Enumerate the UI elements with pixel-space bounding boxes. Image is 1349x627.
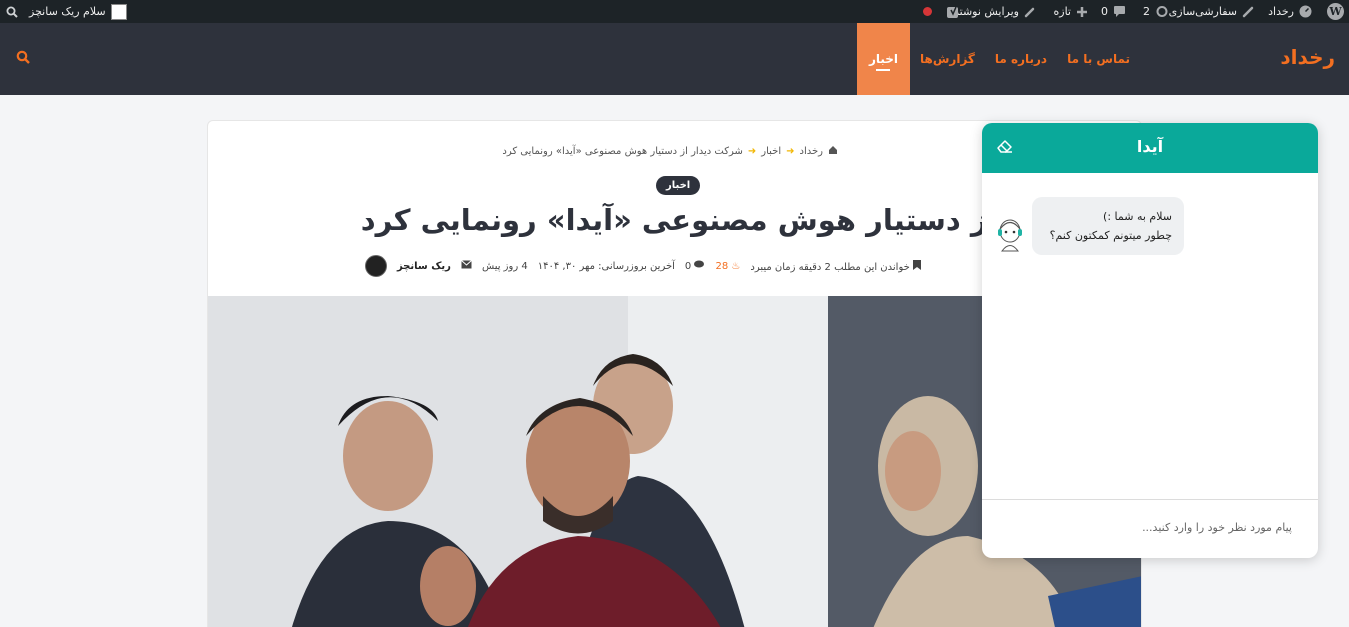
my-account-menu[interactable]: سلام ریک سانچز [29, 0, 127, 23]
search-icon [16, 50, 30, 64]
site-name-label: رخداد [1268, 5, 1294, 18]
refresh-icon [1155, 5, 1169, 18]
bot-message: سلام به شما :) چطور میتونم کمکتون کنم؟ [1032, 197, 1184, 255]
plus-icon [1076, 6, 1088, 18]
chat-message-input[interactable] [996, 514, 1292, 540]
views-meta: ♨ 28 [715, 261, 740, 272]
home-icon [828, 145, 838, 157]
views-count: 28 [715, 260, 729, 272]
dashboard-icon [1299, 5, 1312, 18]
bot-message-line-1: سلام به شما :) [1103, 210, 1172, 223]
comments-icon [694, 260, 705, 268]
status-dot-icon [923, 7, 932, 16]
category-badge[interactable]: اخبار [656, 176, 701, 195]
admin-bar: W رخداد سفارشی‌سازی 2 0 تازه ویرایش نو [0, 0, 1349, 23]
comments-count: 0 [1101, 5, 1108, 18]
eraser-icon [997, 140, 1012, 153]
chat-title: آیدا [1136, 137, 1164, 156]
yoast-icon [946, 5, 960, 19]
user-avatar-icon [110, 3, 127, 20]
bot-message-line-2: چطور میتونم کمکتون کنم؟ [1049, 229, 1172, 242]
customize-link[interactable]: سفارشی‌سازی [1169, 0, 1255, 23]
nav-item-about[interactable]: درباره ما [985, 23, 1057, 95]
read-time: خواندن این مطلب 2 دقیقه زمان میبرد [750, 261, 910, 273]
nav-item-contact[interactable]: تماس با ما [1057, 23, 1140, 95]
edit-post-link[interactable]: ویرایش نوشته [954, 0, 1036, 23]
new-content-link[interactable]: تازه [1054, 0, 1089, 23]
bookmark-icon [913, 259, 921, 270]
breadcrumb-separator-icon: ➜ [747, 145, 757, 157]
robot-avatar-icon [998, 219, 1022, 252]
breadcrumb: رخداد ➜ اخبار ➜ شرکت دیدار از دستیار هوش… [502, 145, 838, 157]
brush-icon [1242, 5, 1255, 18]
comments-link[interactable]: 0 [1101, 0, 1126, 23]
seo-status-indicator [923, 0, 932, 23]
nav-item-reports[interactable]: گزارش‌ها [910, 23, 985, 95]
chat-widget: آیدا سلام به شما :) چطور میتونم کمکتون ک… [982, 123, 1318, 558]
pencil-icon [1024, 6, 1036, 18]
greeting-label: سلام ریک سانچز [29, 5, 106, 18]
breadcrumb-category[interactable]: اخبار [761, 146, 781, 157]
site-header: رخداد اخبار گزارش‌ها درباره ما تماس با م… [0, 23, 1349, 95]
bot-avatar [996, 218, 1024, 256]
updates-count: 2 [1143, 5, 1150, 18]
clear-chat-button[interactable] [996, 138, 1014, 158]
header-search-button[interactable] [16, 49, 30, 68]
site-logo[interactable]: رخداد [1280, 45, 1335, 69]
envelope-icon[interactable] [461, 260, 472, 272]
comment-icon [1113, 5, 1126, 18]
post-meta: ریک سانچز 4 روز پیش آخرین بروزرسانی: مهر… [364, 255, 921, 277]
wp-logo-button[interactable]: W [1327, 0, 1344, 23]
yoast-seo-menu[interactable] [946, 0, 960, 23]
chat-input-area [982, 499, 1318, 558]
fire-icon: ♨ [731, 260, 741, 272]
search-icon [6, 6, 18, 18]
read-time-meta: خواندن این مطلب 2 دقیقه زمان میبرد [750, 259, 921, 273]
author-avatar[interactable] [364, 255, 387, 277]
posted-date: 4 روز پیش [481, 260, 528, 272]
nav-item-news[interactable]: اخبار [856, 23, 911, 95]
updates-link[interactable]: 2 [1143, 0, 1169, 23]
breadcrumb-separator-icon: ➜ [786, 145, 795, 157]
comments-meta[interactable]: 0 [685, 260, 706, 272]
comments-count-meta: 0 [684, 261, 692, 272]
chat-header: آیدا [982, 123, 1318, 173]
admin-search-button[interactable] [6, 0, 18, 23]
updated-date: آخرین بروزرسانی: مهر ۳۰, ۱۴۰۴ [537, 260, 675, 272]
customize-label: سفارشی‌سازی [1168, 5, 1237, 18]
main-nav: اخبار گزارش‌ها درباره ما تماس با ما [856, 23, 1140, 95]
breadcrumb-home[interactable]: رخداد [800, 146, 824, 157]
breadcrumb-current: شرکت دیدار از دستیار هوش مصنوعی «آیدا» ر… [502, 145, 743, 157]
site-name-link[interactable]: رخداد [1268, 0, 1312, 23]
author-name[interactable]: ریک سانچز [397, 261, 451, 272]
wordpress-icon: W [1327, 3, 1344, 20]
new-label: تازه [1053, 5, 1072, 18]
edit-post-label: ویرایش نوشته [953, 5, 1019, 18]
